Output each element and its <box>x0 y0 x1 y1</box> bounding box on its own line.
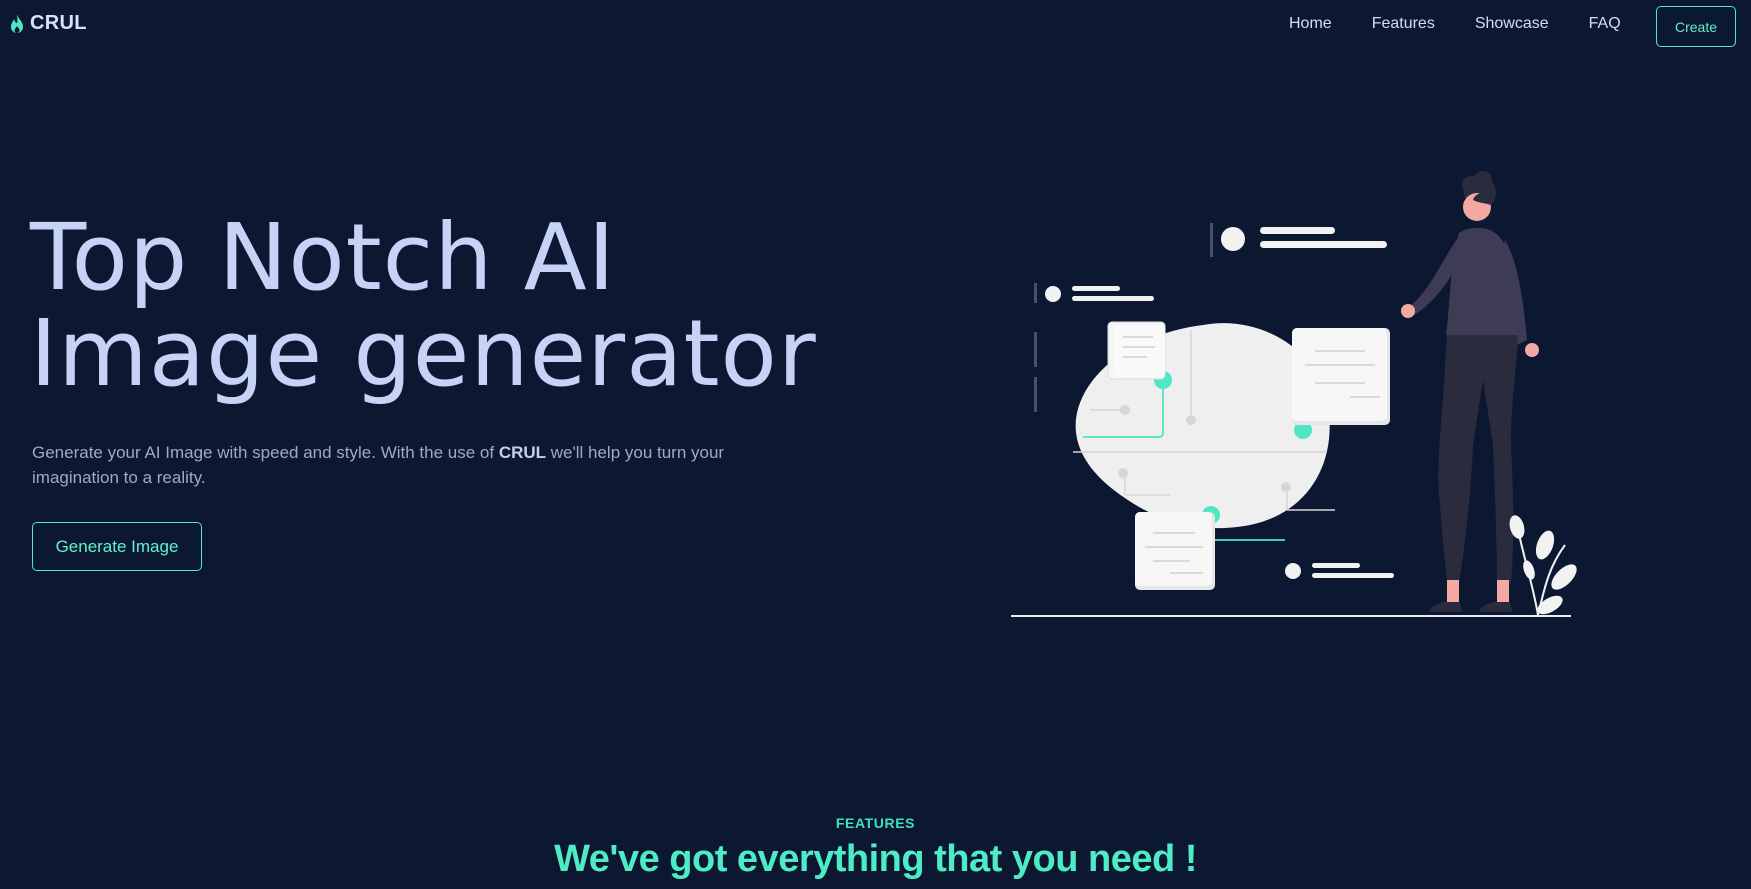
features-section-title: We've got everything that you need ! <box>554 838 1197 880</box>
nav-links: Home Features Showcase FAQ <box>1289 15 1621 33</box>
nav-link-home[interactable]: Home <box>1289 15 1332 33</box>
hero-description: Generate your AI Image with speed and st… <box>32 440 802 490</box>
hero-illustration <box>1011 171 1577 617</box>
nav-link-features[interactable]: Features <box>1372 15 1435 33</box>
features-section-label: FEATURES <box>835 815 916 831</box>
nav-link-faq[interactable]: FAQ <box>1589 15 1621 33</box>
hero-description-brand: CRUL <box>498 443 547 462</box>
nav-link-showcase[interactable]: Showcase <box>1475 15 1549 33</box>
hero-description-part-1: Generate your AI Image with speed and st… <box>32 443 499 462</box>
create-button[interactable]: Create <box>1656 6 1736 47</box>
brand-name: CRUL <box>30 12 87 34</box>
hero-title: Top Notch AI Image generator <box>30 210 817 402</box>
hero-title-line-2: Image generator <box>30 300 817 407</box>
brand-logo[interactable]: CRUL <box>8 12 87 35</box>
hero-title-line-1: Top Notch AI <box>30 204 616 311</box>
flame-icon <box>11 13 23 33</box>
generate-image-button[interactable]: Generate Image <box>32 522 202 571</box>
navbar: CRUL Home Features Showcase FAQ Create <box>0 0 1751 50</box>
